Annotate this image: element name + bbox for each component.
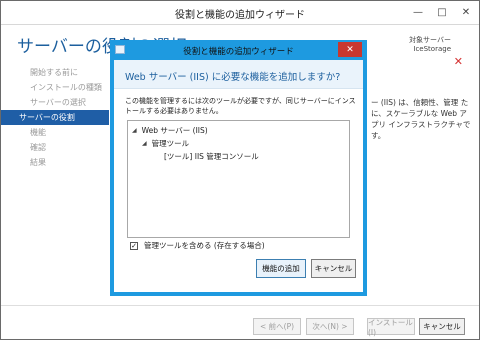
include-management-tools-checkbox[interactable]: ✓	[130, 241, 138, 250]
tree-item-label: 管理ツール	[151, 139, 190, 148]
dialog-description: この機能を管理するには次のツールが必要ですが、同じサーバーにインストールする必要…	[125, 97, 356, 115]
outer-window-title: 役割と機能の追加ウィザード	[175, 10, 305, 21]
dialog-heading: Web サーバー (IIS) に必要な機能を追加しますか?	[125, 72, 341, 83]
nav-item-features[interactable]: 機能	[1, 125, 109, 140]
previous-button[interactable]: < 前へ(P)	[253, 318, 301, 335]
dialog-cancel-button[interactable]: キャンセル	[311, 259, 356, 278]
dialog-close-button[interactable]: ✕	[338, 42, 362, 57]
dialog-body: Web サーバー (IIS) に必要な機能を追加しますか? この機能を管理するに…	[114, 60, 363, 292]
expand-triangle-icon[interactable]: ◢	[132, 127, 137, 134]
maximize-button[interactable]: □	[433, 3, 451, 21]
dialog-titlebar: 役割と機能の追加ウィザード ✕	[110, 40, 367, 60]
tree-item-web-server: ◢ Web サーバー (IIS)	[132, 125, 208, 136]
tree-item-label: [ツール] IIS 管理コンソール	[164, 152, 259, 161]
target-server-name: IceStorage	[413, 45, 451, 53]
tree-item-iis-console: [ツール] IIS 管理コンソール	[164, 151, 259, 162]
include-management-tools-row[interactable]: ✓ 管理ツールを含める (存在する場合)	[130, 240, 265, 251]
wizard-button-bar: < 前へ(P) 次へ(N) > インストール(I) キャンセル	[1, 305, 479, 339]
install-button[interactable]: インストール(I)	[367, 318, 415, 337]
dialog-header-band: Web サーバー (IIS) に必要な機能を追加しますか?	[114, 60, 363, 89]
required-features-tree: ◢ Web サーバー (IIS) ◢ 管理ツール [ツール] IIS 管理コンソ…	[127, 120, 350, 238]
tree-item-label: Web サーバー (IIS)	[141, 126, 208, 135]
nav-item-before-you-begin[interactable]: 開始する前に	[1, 65, 109, 80]
minimize-button[interactable]: —	[409, 3, 427, 21]
nav-item-confirmation[interactable]: 確認	[1, 140, 109, 155]
nav-item-installation-type[interactable]: インストールの種類	[1, 80, 109, 95]
expand-triangle-icon[interactable]: ◢	[142, 140, 147, 147]
next-button[interactable]: 次へ(N) >	[306, 318, 354, 335]
nav-item-server-selection[interactable]: サーバーの選択	[1, 95, 109, 110]
nav-item-server-roles[interactable]: サーバーの役割	[1, 110, 109, 125]
dialog-title: 役割と機能の追加ウィザード	[183, 47, 294, 57]
checkbox-label: 管理ツールを含める (存在する場合)	[144, 241, 265, 250]
outer-titlebar: 役割と機能の追加ウィザード — □ ✕	[1, 1, 479, 25]
target-server-info: 対象サーバー IceStorage	[409, 36, 451, 54]
tree-item-management-tools: ◢ 管理ツール	[142, 138, 189, 149]
error-x-icon: ✕	[453, 55, 463, 68]
close-button[interactable]: ✕	[457, 3, 475, 21]
nav-item-results[interactable]: 結果	[1, 155, 109, 170]
target-server-label: 対象サーバー	[409, 36, 451, 44]
wizard-nav: 開始する前に インストールの種類 サーバーの選択 サーバーの役割 機能 確認 結…	[1, 65, 109, 170]
window-controls: — □ ✕	[409, 3, 475, 21]
wizard-cancel-button[interactable]: キャンセル	[419, 318, 465, 335]
add-features-dialog: 役割と機能の追加ウィザード ✕ Web サーバー (IIS) に必要な機能を追加…	[110, 40, 367, 296]
role-description-text: ー (IIS) は、信頼性、管理 たに、スケーラブルな Web アプリ インフラ…	[371, 98, 471, 140]
add-features-button[interactable]: 機能の追加	[256, 259, 306, 278]
